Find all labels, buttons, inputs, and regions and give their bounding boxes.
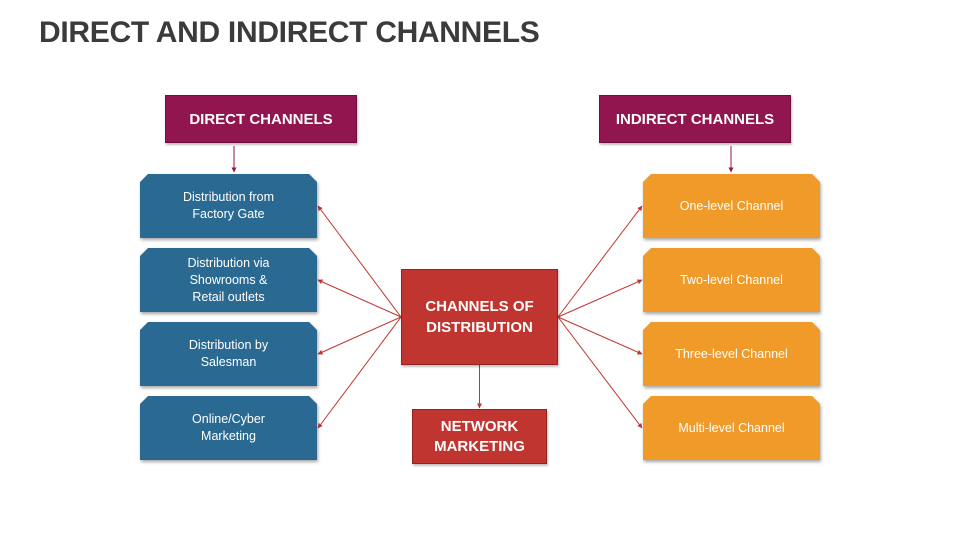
indirect-channel-label: Two-level Channel [643,248,820,312]
label-line: DISTRIBUTION [426,319,533,336]
connector-arrow-center-to-indirect-2 [557,316,643,355]
direct-channel-node: Distribution by Salesman [140,322,317,386]
label-line: Two-level Channel [680,272,783,287]
direct-channel-label: Distribution via Showrooms & Retail outlet… [140,248,317,312]
connector-arrow-center-to-indirect-0 [557,205,643,318]
direct-channel-node: Online/Cyber Marketing [140,396,317,460]
label-line: Salesman [200,355,257,369]
label-line: One-level Channel [679,198,784,213]
label-text: NETWORK MARKETING [434,417,525,457]
indirect-channel-node: One-level Channel [643,174,820,238]
label-text: Multi-level Channel [678,420,784,437]
indirect-channel-label: One-level Channel [643,174,820,238]
label-line: Retail outlets [192,289,265,304]
label-text: Online/Cyber Marketing [192,411,265,445]
connector-arrow-center-to-direct-3 [317,316,402,429]
label-text: CHANNELS OF DISTRIBUTION [425,296,533,338]
label-line: MARKETING [434,437,525,455]
label-text: Distribution via Showrooms & Retail outlet… [188,255,270,306]
label-line: Online/Cyber [192,412,265,426]
label-line: Three-level Channel [675,346,788,361]
connector-arrow-center-to-indirect-3 [557,316,643,429]
indirect-channel-label: Three-level Channel [643,322,820,386]
connector-arrow-center-to-direct-2 [317,316,402,355]
direct-channel-label: Distribution from Factory Gate [140,174,317,238]
direct-channel-label: Distribution by Salesman [140,322,317,386]
connector-arrow-center-to-direct-1 [317,279,402,318]
connector-arrow-center-to-indirect-1 [557,279,643,318]
indirect-channels-header: INDIRECT CHANNELS [599,95,791,143]
indirect-channel-node: Two-level Channel [643,248,820,312]
channels-of-distribution-node: CHANNELS OF DISTRIBUTION [401,269,558,365]
label-line: Marketing [201,429,256,443]
label-text: Three-level Channel [675,346,788,363]
label-line: NETWORK [440,417,519,435]
direct-channel-node: Distribution via Showrooms & Retail outlet… [140,248,317,312]
direct-channel-label: Online/Cyber Marketing [140,396,317,460]
label-line: Distribution via [187,255,270,270]
page-title: DIRECT AND INDIRECT CHANNELS [39,16,540,49]
network-marketing-node: NETWORK MARKETING [412,409,547,464]
direct-channel-node: Distribution from Factory Gate [140,174,317,238]
connector-arrow-center-to-direct-0 [317,205,402,318]
label-line: Showrooms & [189,272,268,287]
direct-channels-header: DIRECT CHANNELS [165,95,357,143]
label-line: Factory Gate [192,207,265,221]
label-text: One-level Channel [680,198,784,215]
label-line: Multi-level Channel [678,420,785,435]
label-text: Distribution from Factory Gate [183,189,274,223]
label-line: CHANNELS OF [425,298,534,315]
label-text: Two-level Channel [680,272,783,289]
indirect-channel-node: Three-level Channel [643,322,820,386]
indirect-channel-label: Multi-level Channel [643,396,820,460]
indirect-channel-node: Multi-level Channel [643,396,820,460]
label-text: Distribution by Salesman [189,337,268,371]
label-line: Distribution by [188,338,269,352]
label-line: Distribution from [183,190,274,204]
